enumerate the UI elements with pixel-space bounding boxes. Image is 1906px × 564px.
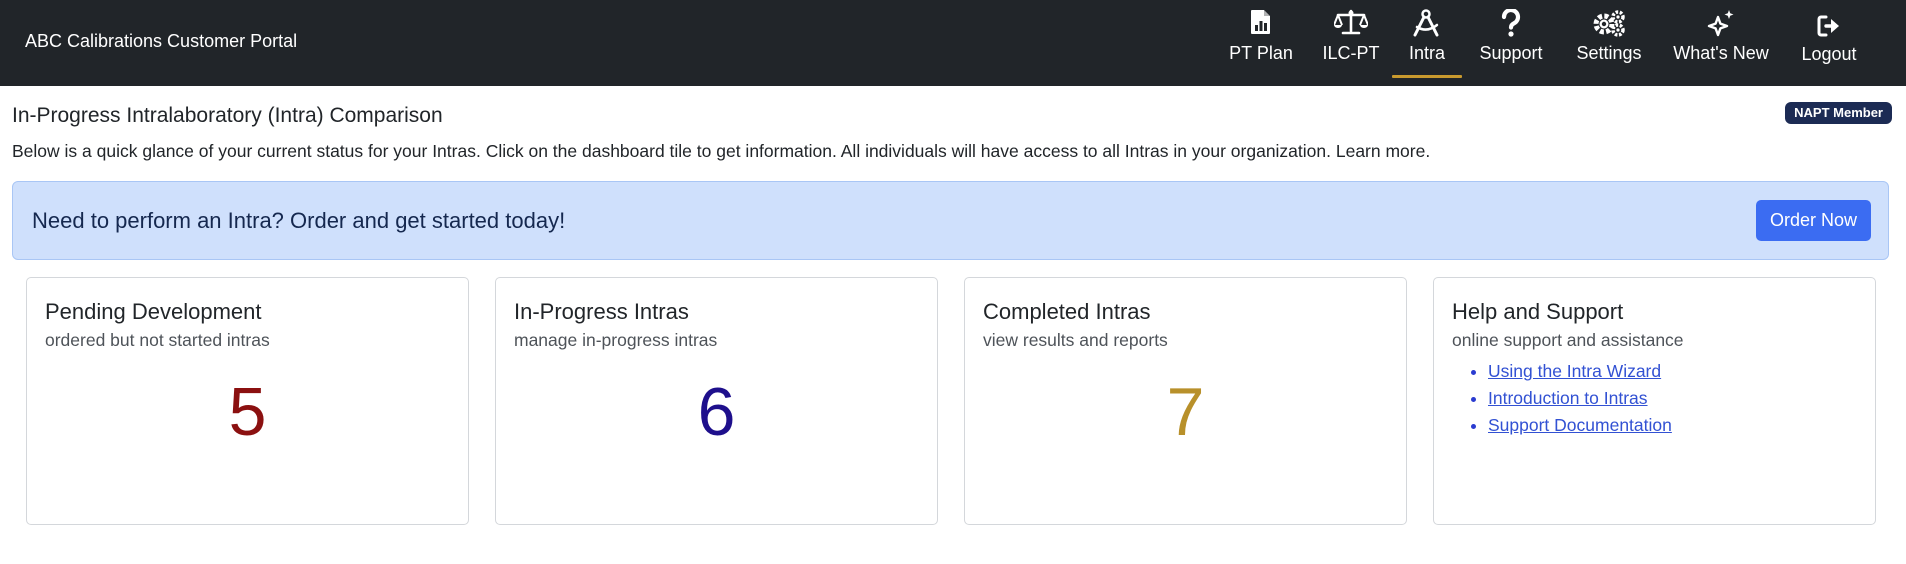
active-tab-indicator: [1392, 75, 1462, 78]
nav-item-logout[interactable]: Logout: [1798, 0, 1860, 86]
nav-label-settings: Settings: [1576, 43, 1642, 63]
nav-item-ilc-pt[interactable]: ILC-PT: [1320, 0, 1382, 86]
link-using-intra-wizard[interactable]: Using the Intra Wizard: [1488, 361, 1661, 381]
nav-label-whats-new: What's New: [1673, 43, 1769, 63]
list-item: Using the Intra Wizard: [1488, 358, 1672, 385]
card-help-and-support: Help and Support online support and assi…: [1433, 277, 1876, 525]
card-title: In-Progress Intras: [514, 299, 689, 324]
card-count: 5: [228, 374, 267, 450]
card-subtitle: manage in-progress intras: [514, 330, 718, 350]
brand-title[interactable]: ABC Calibrations Customer Portal: [25, 31, 297, 52]
question-icon: [1501, 9, 1521, 37]
top-navbar: ABC Calibrations Customer Portal PT Plan…: [0, 0, 1906, 86]
gears-icon: [1593, 10, 1625, 37]
nav-item-pt-plan[interactable]: PT Plan: [1228, 0, 1294, 86]
intro-text: Below is a quick glance of your current …: [12, 141, 1431, 161]
card-title: Help and Support: [1452, 299, 1624, 324]
list-item: Support Documentation: [1488, 412, 1672, 439]
nav-label-pt-plan: PT Plan: [1229, 43, 1293, 63]
banner-text: Need to perform an Intra? Order and get …: [32, 208, 566, 233]
card-count: 6: [697, 374, 736, 450]
card-subtitle: ordered but not started intras: [45, 330, 270, 350]
page-title: In-Progress Intralaboratory (Intra) Comp…: [12, 104, 443, 127]
nav-item-support[interactable]: Support: [1474, 0, 1548, 86]
link-introduction-to-intras[interactable]: Introduction to Intras: [1488, 388, 1648, 408]
nav-item-intra[interactable]: Intra: [1392, 0, 1462, 86]
nav-label-ilc-pt: ILC-PT: [1322, 43, 1380, 63]
card-pending-development[interactable]: Pending Development ordered but not star…: [26, 277, 469, 525]
nav-item-settings[interactable]: Settings: [1574, 0, 1644, 86]
order-banner: Need to perform an Intra? Order and get …: [12, 181, 1889, 260]
scale-icon: [1334, 9, 1368, 35]
sparkles-icon: [1707, 10, 1734, 37]
nav-label-support: Support: [1479, 43, 1543, 63]
file-chart-icon: [1251, 10, 1270, 34]
list-item: Introduction to Intras: [1488, 385, 1672, 412]
card-subtitle: view results and reports: [983, 330, 1168, 350]
link-support-documentation[interactable]: Support Documentation: [1488, 415, 1672, 435]
card-in-progress-intras[interactable]: In-Progress Intras manage in-progress in…: [495, 277, 938, 525]
card-count: 7: [1166, 374, 1205, 450]
nav-label-logout: Logout: [1801, 44, 1857, 64]
help-links-list: Using the Intra Wizard Introduction to I…: [1470, 358, 1672, 439]
nav-label-intra: Intra: [1408, 43, 1446, 63]
drafting-compass-icon: [1413, 9, 1439, 37]
card-title: Completed Intras: [983, 299, 1151, 324]
card-subtitle: online support and assistance: [1452, 330, 1684, 350]
logout-icon: [1817, 15, 1839, 37]
napt-member-badge: NAPT Member: [1785, 102, 1892, 124]
card-title: Pending Development: [45, 299, 262, 324]
nav-item-whats-new[interactable]: What's New: [1672, 0, 1770, 86]
card-completed-intras[interactable]: Completed Intras view results and report…: [964, 277, 1407, 525]
order-now-button[interactable]: Order Now: [1756, 200, 1871, 241]
